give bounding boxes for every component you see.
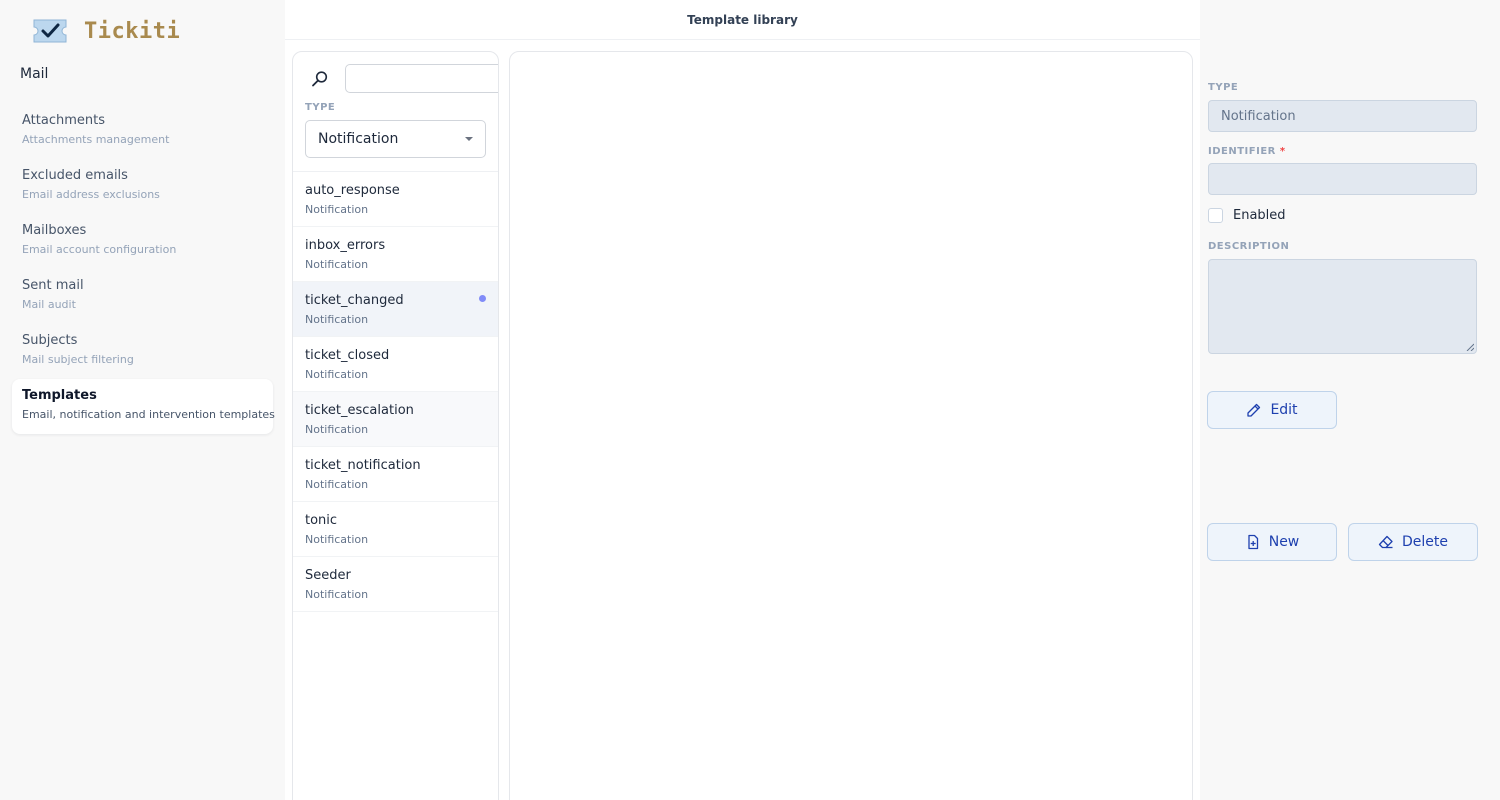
sidebar-item-attachments[interactable]: Attachments Attachments management [12,104,273,159]
list-item[interactable]: inbox_errors Notification [293,227,498,282]
sidebar: Tickiti Mail Attachments Attachments man… [0,0,285,800]
sidebar-item-description: Mail subject filtering [22,353,134,366]
template-type: Notification [305,313,369,326]
template-list-panel: TYPE Notification auto_response Notifica… [292,51,499,800]
modified-indicator-icon [479,295,486,302]
template-name: auto_response [305,183,400,198]
list-item[interactable]: tonic Notification [293,502,498,557]
sidebar-item-label: Excluded emails [22,168,128,183]
type-filter-value: Notification [318,131,399,147]
enabled-checkbox[interactable] [1208,208,1223,223]
template-name: Seeder [305,568,351,583]
identifier-field-label: IDENTIFIER * [1208,146,1286,157]
template-name: tonic [305,513,338,528]
list-item[interactable]: Seeder Notification [293,557,498,612]
template-type: Notification [305,203,369,216]
search-row [293,52,498,102]
sidebar-item-excluded-emails[interactable]: Excluded emails Email address exclusions [12,159,273,214]
type-filter-select[interactable]: Notification [305,120,486,158]
pencil-icon [1247,403,1261,417]
sidebar-item-description: Email account configuration [22,243,177,256]
app-logo[interactable]: Tickiti [32,18,180,44]
sidebar-nav: Attachments Attachments management Exclu… [12,104,275,434]
template-type: Notification [305,258,369,271]
header-bar: Template library [285,0,1200,40]
identifier-field[interactable] [1208,163,1477,195]
sidebar-item-label: Sent mail [22,278,84,293]
delete-button-label: Delete [1402,534,1448,550]
resize-grip-icon[interactable] [1466,343,1474,351]
app-name: Tickiti [84,18,181,44]
template-type: Notification [305,478,369,491]
sidebar-item-label: Attachments [22,113,105,128]
template-name: ticket_closed [305,348,390,363]
sidebar-item-label: Mailboxes [22,223,87,238]
template-type: Notification [305,368,369,381]
new-button-label: New [1268,534,1300,550]
sidebar-item-description: Email, notification and intervention tem… [22,408,275,421]
list-item[interactable]: ticket_escalation Notification [293,392,498,447]
sidebar-item-subjects[interactable]: Subjects Mail subject filtering [12,324,273,379]
new-button[interactable]: New [1207,523,1337,561]
ticket-check-icon [33,19,67,43]
template-type: Notification [305,423,369,436]
eraser-icon [1378,535,1393,549]
type-field-label: TYPE [1208,82,1239,93]
main-content: Template library TYPE Notification auto_… [285,0,1200,800]
template-list: auto_response Notification inbox_errors … [293,171,498,612]
delete-button[interactable]: Delete [1348,523,1478,561]
template-editor-panel[interactable] [509,51,1193,800]
type-field: Notification [1208,100,1477,132]
sidebar-item-label: Subjects [22,333,78,348]
sidebar-item-templates[interactable]: Templates Email, notification and interv… [12,379,275,434]
template-type: Notification [305,533,369,546]
enabled-label: Enabled [1233,208,1286,223]
identifier-label-text: IDENTIFIER [1208,146,1276,157]
sidebar-item-mailboxes[interactable]: Mailboxes Email account configuration [12,214,273,269]
search-input[interactable] [345,64,498,93]
sidebar-item-sent-mail[interactable]: Sent mail Mail audit [12,269,273,324]
type-field-value: Notification [1221,108,1296,124]
details-panel: TYPE Notification IDENTIFIER * Enabled D… [1200,0,1500,800]
sidebar-item-description: Attachments management [22,133,170,146]
chevron-down-icon [465,137,473,141]
edit-button-label: Edit [1270,402,1298,418]
section-title: Mail [20,66,49,82]
description-field[interactable] [1208,259,1477,354]
description-field-label: DESCRIPTION [1208,241,1290,252]
search-icon[interactable] [311,70,329,88]
type-filter-label: TYPE [305,102,336,113]
template-type: Notification [305,588,369,601]
page-title: Template library [687,12,798,27]
sidebar-item-label: Templates [22,388,97,403]
sidebar-item-description: Mail audit [22,298,76,311]
list-item[interactable]: ticket_changed Notification [293,282,498,337]
template-name: ticket_changed [305,293,404,308]
template-name: ticket_escalation [305,403,414,418]
list-item[interactable]: ticket_notification Notification [293,447,498,502]
list-item[interactable]: auto_response Notification [293,172,498,227]
sidebar-item-description: Email address exclusions [22,188,160,201]
file-plus-icon [1248,534,1258,550]
list-item[interactable]: ticket_closed Notification [293,337,498,392]
enabled-checkbox-row[interactable]: Enabled [1208,208,1286,223]
edit-button[interactable]: Edit [1207,391,1337,429]
required-mark: * [1279,146,1286,157]
template-name: ticket_notification [305,458,421,473]
template-name: inbox_errors [305,238,386,253]
